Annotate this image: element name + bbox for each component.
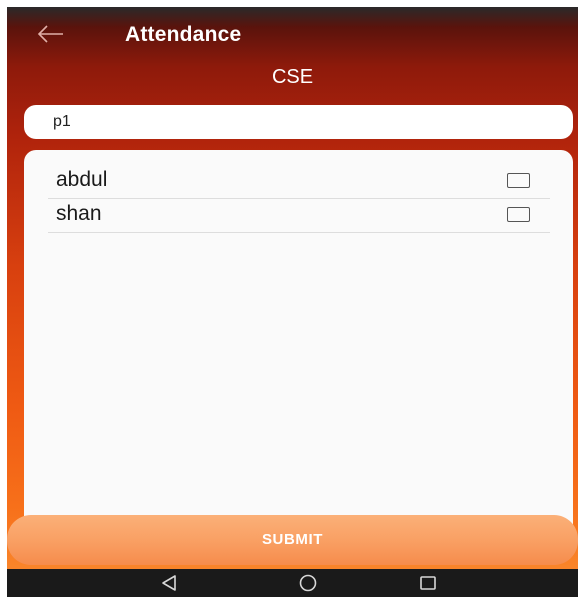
attendance-checkbox[interactable]	[507, 173, 530, 188]
attendance-checkbox[interactable]	[507, 207, 530, 222]
back-triangle-icon[interactable]	[158, 572, 180, 594]
app-bar: Attendance	[7, 7, 578, 65]
student-name: shan	[56, 202, 102, 225]
system-nav-bar	[7, 569, 578, 597]
student-list: abdul shan	[24, 150, 573, 560]
arrow-left-icon[interactable]	[37, 23, 65, 45]
attendance-screen: Attendance CSE p1 abdul shan SUBMIT	[7, 7, 578, 597]
list-item: abdul	[48, 164, 550, 199]
period-field[interactable]: p1	[24, 105, 573, 139]
submit-button[interactable]: SUBMIT	[7, 515, 578, 565]
list-item: shan	[48, 198, 550, 233]
department-title: CSE	[271, 66, 314, 88]
app-title: Attendance	[125, 23, 242, 46]
recents-square-icon[interactable]	[417, 572, 439, 594]
student-name: abdul	[56, 168, 108, 191]
home-circle-icon[interactable]	[297, 572, 319, 594]
